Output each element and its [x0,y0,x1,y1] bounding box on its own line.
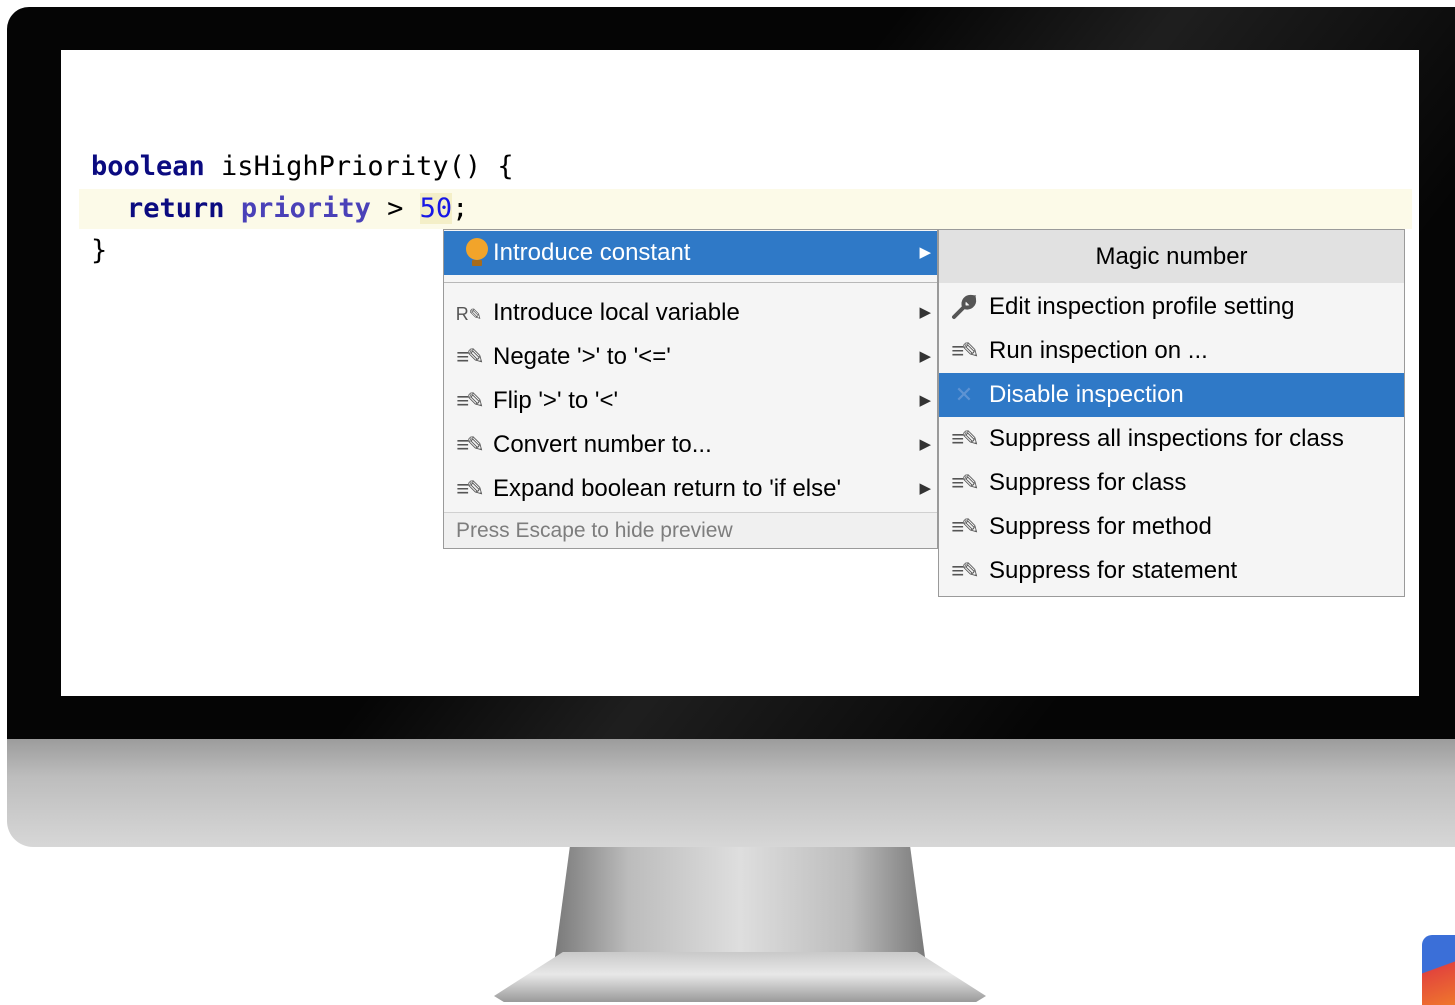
intention-pen-icon: ≡✎ [951,558,979,583]
submenu-arrow-icon: ▶ [919,348,931,365]
monitor-stand-neck [555,847,925,957]
intention-pen-icon: ≡✎ [456,432,484,457]
monitor-stand-base [494,952,986,1002]
keyword-return: return [127,193,225,224]
code-line-2[interactable]: return priority > 50; [127,189,468,229]
intention-pen-icon: ≡✎ [456,344,484,369]
menu-item-label: Expand boolean return to 'if else' [493,475,842,502]
wrench-icon [949,285,979,329]
submenu-item-suppress-for-method[interactable]: ≡✎ Suppress for method [939,505,1404,549]
submenu-arrow-icon: ▶ [919,392,931,409]
submenu-item-suppress-for-statement[interactable]: ≡✎ Suppress for statement [939,549,1404,593]
refactor-icon: R✎ [455,304,483,324]
code-line-3[interactable]: } [91,231,107,271]
submenu-item-label: Suppress for class [989,469,1187,496]
app-logo-icon [1422,935,1455,1005]
submenu-arrow-icon: ▶ [919,244,931,261]
code-line-1[interactable]: boolean isHighPriority() { [91,147,514,187]
close-icon: ✕ [954,382,974,407]
submenu-item-label: Disable inspection [989,381,1184,408]
submenu-item-run-inspection[interactable]: ≡✎ Run inspection on ... [939,329,1404,373]
intention-pen-icon: ≡✎ [951,470,979,495]
intention-pen-icon: ≡✎ [951,426,979,451]
menu-separator [444,282,937,283]
menu-item-negate[interactable]: ≡✎ Negate '>' to '<=' ▶ [444,335,937,379]
menu-item-flip[interactable]: ≡✎ Flip '>' to '<' ▶ [444,379,937,423]
lightbulb-icon [454,231,488,275]
submenu-arrow-icon: ▶ [919,436,931,453]
closing-brace: } [91,235,108,266]
submenu-item-label: Suppress for method [989,513,1212,540]
submenu-title: Magic number [939,230,1404,283]
menu-item-label: Introduce local variable [493,299,740,326]
submenu-item-suppress-all-for-class[interactable]: ≡✎ Suppress all inspections for class [939,417,1404,461]
menu-item-label: Negate '>' to '<=' [493,343,671,370]
submenu-item-label: Edit inspection profile setting [989,293,1295,320]
submenu-item-disable-inspection[interactable]: ✕ Disable inspection [939,373,1404,417]
menu-item-label: Introduce constant [493,239,691,266]
magic-number[interactable]: 50 [419,193,453,224]
menu-item-expand-boolean-return[interactable]: ≡✎ Expand boolean return to 'if else' ▶ [444,467,937,511]
intention-actions-menu: Introduce constant ▶ R✎ Introduce local … [443,229,938,549]
menu-item-introduce-constant[interactable]: Introduce constant ▶ [444,231,937,275]
semicolon: ; [452,193,469,224]
menu-item-label: Flip '>' to '<' [493,387,619,414]
intention-pen-icon: ≡✎ [456,388,484,413]
menu-item-convert-number[interactable]: ≡✎ Convert number to... ▶ [444,423,937,467]
intention-pen-icon: ≡✎ [951,338,979,363]
menu-item-introduce-local-variable[interactable]: R✎ Introduce local variable ▶ [444,291,937,335]
submenu-item-label: Run inspection on ... [989,337,1208,364]
method-signature: isHighPriority() { [204,151,514,182]
submenu-item-suppress-for-class[interactable]: ≡✎ Suppress for class [939,461,1404,505]
submenu-item-label: Suppress for statement [989,557,1238,584]
keyword-boolean: boolean [91,151,205,182]
editor-screen: boolean isHighPriority() { return priori… [61,50,1419,696]
monitor-chin [7,739,1455,847]
submenu-item-label: Suppress all inspections for class [989,425,1344,452]
submenu-arrow-icon: ▶ [919,480,931,497]
menu-item-label: Convert number to... [493,431,712,458]
field-priority: priority [240,193,371,224]
intention-pen-icon: ≡✎ [456,476,484,501]
submenu-arrow-icon: ▶ [919,304,931,321]
operator: > [370,193,420,224]
magic-number-submenu: Magic number Edit inspection profile set… [938,229,1405,597]
intention-pen-icon: ≡✎ [951,514,979,539]
submenu-item-edit-inspection-profile[interactable]: Edit inspection profile setting [939,285,1404,329]
escape-hint: Press Escape to hide preview [444,512,937,548]
